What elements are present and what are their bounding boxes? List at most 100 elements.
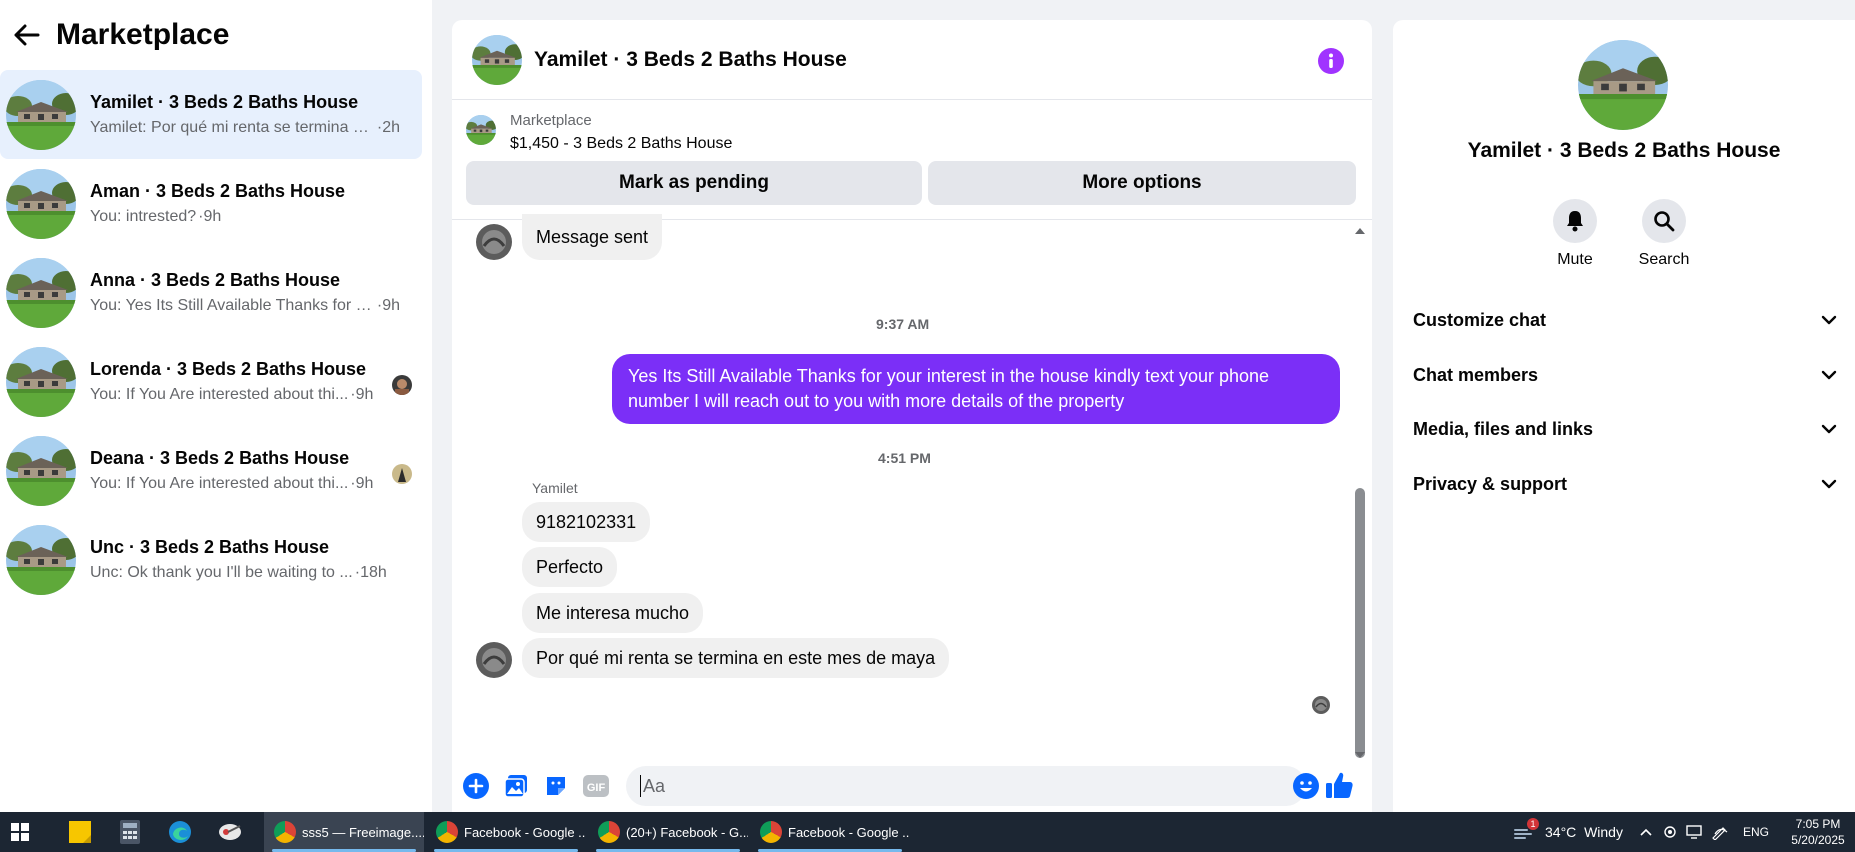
back-arrow-icon[interactable] xyxy=(12,20,42,50)
chat-panel: Yamilet · 3 Beds 2 Baths House Marketpla… xyxy=(452,20,1372,812)
scroll-down-icon[interactable] xyxy=(1354,750,1366,760)
privacy-support-section[interactable]: Privacy & support xyxy=(1413,464,1837,504)
conversation-item[interactable]: Unc · 3 Beds 2 Baths House Unc: Ok thank… xyxy=(0,515,422,604)
listing-card: Marketplace $1,450 - 3 Beds 2 Baths Hous… xyxy=(452,100,1372,220)
taskbar-app-chrome[interactable]: Facebook - Google ... xyxy=(750,812,910,852)
sender-avatar xyxy=(476,224,512,260)
sidebar-header: Marketplace xyxy=(0,0,432,70)
conversation-sidebar: Marketplace Yamilet · 3 Beds 2 Baths Hou… xyxy=(0,0,432,812)
chrome-icon xyxy=(598,821,620,843)
taskbar-app-label: sss5 — Freeimage.... xyxy=(302,824,424,840)
messenger-app: Marketplace Yamilet · 3 Beds 2 Baths Hou… xyxy=(0,0,1855,812)
chat-title[interactable]: Yamilet · 3 Beds 2 Baths House xyxy=(534,48,847,72)
conversation-snippet: Yamilet: Por qué mi renta se termina e..… xyxy=(90,119,375,136)
windows-start-icon[interactable] xyxy=(0,812,40,852)
photo-icon[interactable] xyxy=(502,772,530,800)
profile-title: Yamilet · 3 Beds 2 Baths House xyxy=(1467,139,1781,162)
chat-members-section[interactable]: Chat members xyxy=(1413,355,1837,395)
mark-as-pending-button[interactable]: Mark as pending xyxy=(466,161,922,205)
message-bubble[interactable]: Me interesa mucho xyxy=(522,593,704,633)
system-tray: 1 34°C Windy ENG 7:05 PM 5/20/2025 xyxy=(1509,812,1855,852)
seen-avatar xyxy=(392,464,412,484)
outgoing-message-bubble[interactable]: Yes Its Still Available Thanks for your … xyxy=(612,354,1340,424)
sticker-icon[interactable] xyxy=(542,772,570,800)
more-options-button[interactable]: More options xyxy=(928,161,1356,205)
svg-text:GIF: GIF xyxy=(587,782,606,794)
conversation-snippet: You: If You Are interested about thi... xyxy=(90,475,349,492)
conversation-name: Yamilet · 3 Beds 2 Baths House xyxy=(90,92,359,112)
message-timestamp: 9:37 AM xyxy=(876,316,930,332)
edge-browser-icon[interactable] xyxy=(160,812,200,852)
calculator-icon[interactable] xyxy=(110,812,150,852)
chevron-up-icon[interactable] xyxy=(1639,827,1653,837)
like-icon[interactable] xyxy=(1324,770,1354,800)
snipping-tool-icon[interactable] xyxy=(210,812,250,852)
scrollbar[interactable] xyxy=(1354,226,1366,758)
conversation-time: ·9h xyxy=(376,297,400,314)
chevron-down-icon xyxy=(1821,370,1837,380)
customize-chat-section[interactable]: Customize chat xyxy=(1413,300,1837,340)
message-row: Message sent xyxy=(476,214,663,260)
profile-avatar[interactable] xyxy=(1578,40,1668,130)
message-row: Yes Its Still Available Thanks for your … xyxy=(612,354,1340,424)
notification-badge: 1 xyxy=(1527,818,1540,830)
sender-name: Yamilet xyxy=(532,480,578,496)
house-avatar xyxy=(6,169,76,239)
media-files-links-section[interactable]: Media, files and links xyxy=(1413,409,1837,449)
message-row: Por qué mi renta se termina en este mes … xyxy=(476,638,950,678)
house-avatar xyxy=(6,347,76,417)
page-title: Marketplace xyxy=(56,18,230,51)
message-bubble[interactable]: 9182102331 xyxy=(522,502,651,542)
chrome-icon xyxy=(274,821,296,843)
plus-icon[interactable] xyxy=(462,772,490,800)
message-bubble[interactable]: Perfecto xyxy=(522,547,618,587)
mute-button[interactable]: Mute xyxy=(1535,199,1615,269)
taskbar-app-chrome[interactable]: Facebook - Google ... xyxy=(426,812,586,852)
network-icon[interactable] xyxy=(1685,824,1703,840)
conversation-item[interactable]: Yamilet · 3 Beds 2 Baths House Yamilet: … xyxy=(0,70,422,159)
message-bubble[interactable]: Message sent xyxy=(522,214,663,260)
message-input[interactable]: Aa xyxy=(626,766,1319,806)
conversation-item[interactable]: Aman · 3 Beds 2 Baths House You: intrest… xyxy=(0,159,422,248)
emoji-icon[interactable] xyxy=(1292,772,1320,800)
weather-icon[interactable]: 1 xyxy=(1509,812,1540,852)
listing-price-title[interactable]: $1,450 - 3 Beds 2 Baths House xyxy=(510,135,732,153)
chevron-down-icon xyxy=(1821,479,1837,489)
conversation-item[interactable]: Deana · 3 Beds 2 Baths House You: If You… xyxy=(0,426,422,515)
conversation-name: Unc · 3 Beds 2 Baths House xyxy=(90,537,330,557)
scrollbar-thumb[interactable] xyxy=(1355,488,1365,758)
search-button[interactable]: Search xyxy=(1624,199,1704,269)
conversation-time: ·9h xyxy=(350,475,374,492)
taskbar-app-chrome[interactable]: sss5 — Freeimage.... xyxy=(264,812,424,852)
taskbar-app-label: Facebook - Google ... xyxy=(788,824,910,840)
taskbar-app-chrome[interactable]: (20+) Facebook - G... xyxy=(588,812,748,852)
gif-icon[interactable]: GIF xyxy=(582,772,610,800)
conversation-time: ·2h xyxy=(376,119,400,136)
conversation-name: Lorenda · 3 Beds 2 Baths House xyxy=(90,359,367,379)
chrome-icon xyxy=(760,821,782,843)
section-label: Customize chat xyxy=(1413,309,1547,330)
sticky-notes-icon[interactable] xyxy=(60,812,100,852)
clock[interactable]: 7:05 PM 5/20/2025 xyxy=(1781,816,1855,848)
house-avatar xyxy=(6,80,76,150)
info-icon[interactable] xyxy=(1318,48,1344,74)
listing-thumbnail[interactable] xyxy=(466,115,496,145)
conversation-time: ·9h xyxy=(198,208,222,225)
message-composer: GIF Aa xyxy=(452,760,1372,812)
conversation-snippet: You: If You Are interested about thi... xyxy=(90,386,349,403)
pen-icon[interactable] xyxy=(1711,824,1729,840)
conversation-item[interactable]: Anna · 3 Beds 2 Baths House You: Yes Its… xyxy=(0,248,422,337)
taskbar-app-label: Facebook - Google ... xyxy=(464,824,586,840)
language-indicator[interactable]: ENG xyxy=(1743,825,1769,839)
message-bubble[interactable]: Por qué mi renta se termina en este mes … xyxy=(522,638,950,678)
taskbar-app-label: (20+) Facebook - G... xyxy=(626,824,748,840)
house-avatar xyxy=(6,436,76,506)
listing-label: Marketplace xyxy=(510,112,592,129)
house-avatar xyxy=(6,525,76,595)
clock-time: 7:05 PM xyxy=(1795,817,1841,831)
weather-text[interactable]: 34°C Windy xyxy=(1545,824,1623,840)
conversation-item[interactable]: Lorenda · 3 Beds 2 Baths House You: If Y… xyxy=(0,337,422,426)
chat-avatar[interactable] xyxy=(472,35,522,85)
scroll-up-icon[interactable] xyxy=(1354,226,1366,236)
onedrive-icon[interactable] xyxy=(1663,825,1677,839)
